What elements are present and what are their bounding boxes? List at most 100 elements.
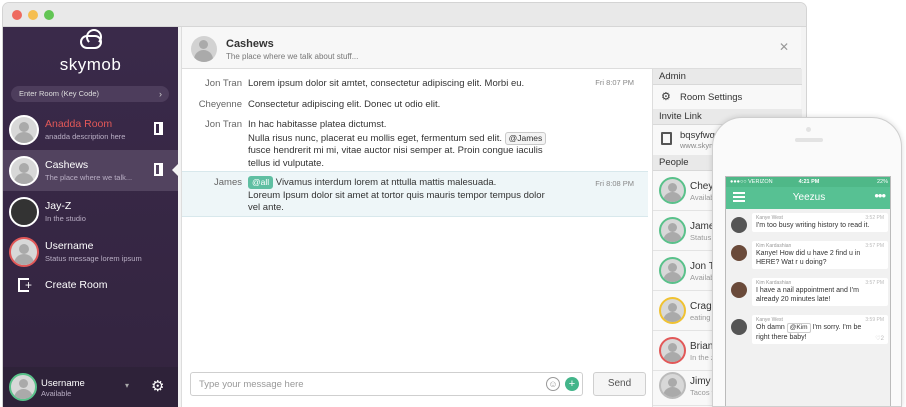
message-line-text: Nulla risus nunc, placerat eu mollis ege… [248, 132, 502, 144]
chevron-right-icon[interactable]: › [159, 86, 162, 102]
message-bubble: Kim Kardashian 3:57 PM Kanye! How did u … [752, 241, 888, 269]
message-line: tellus id vulputate. [248, 157, 325, 169]
message-text-part: Oh damn [756, 324, 785, 331]
phone-speaker [795, 138, 823, 142]
sidebar-room-cashews[interactable]: Cashews The place where we talk... [3, 150, 179, 191]
room-key-input[interactable]: Enter Room (Key Code) › [11, 86, 169, 102]
person-status: In the z [690, 353, 715, 362]
skymob-logo: skymob [3, 27, 178, 83]
phone-message-list: Kanye West 3:52 PM I'm too busy writing … [726, 209, 890, 406]
avatar [659, 372, 686, 399]
sidebar-room-anadda[interactable]: Anadda Room anadda description here [3, 109, 178, 150]
chevron-down-icon[interactable]: ▾ [125, 381, 129, 390]
close-icon[interactable]: ✕ [779, 40, 789, 54]
message-author: Jon Tran [205, 78, 242, 89]
invite-code: bqsyfwq [680, 130, 715, 141]
message-text: HERE? Wat r u doing? [756, 259, 827, 266]
mention-badge[interactable]: @Kim [786, 323, 811, 333]
attach-plus-icon[interactable]: + [565, 377, 579, 391]
admin-header: Admin [653, 69, 802, 85]
phone-message: Kanye West 3:59 PM Oh damn @Kim I'm sorr… [730, 315, 888, 344]
minimize-window-button[interactable] [28, 10, 38, 20]
create-room-icon [18, 278, 32, 292]
message-line: Nulla risus nunc, placerat eu mollis ege… [248, 131, 583, 146]
avatar [191, 36, 217, 62]
person-name: Jimy [690, 376, 711, 387]
message-time: 3:57 PM [865, 243, 884, 249]
phone-room-title: Yeezus [792, 192, 826, 203]
avatar [659, 257, 686, 284]
chat-title: Cashews [226, 38, 274, 50]
active-caret-icon [172, 163, 179, 177]
message-time: 3:57 PM [865, 280, 884, 286]
current-user-name: Username [41, 378, 85, 389]
like-icon[interactable]: ♡2 [875, 335, 884, 342]
message-text: Oh damn @Kim I'm sorry. I'm be [756, 323, 884, 333]
clipboard-icon[interactable] [661, 132, 672, 145]
avatar [659, 297, 686, 324]
phone-nav-bar: Yeezus ••• [726, 187, 890, 209]
message-author: Jon Tran [205, 119, 242, 130]
room-avatar [9, 156, 39, 186]
message-line-text: Vivamus interdum lorem at nttulla mattis… [275, 177, 497, 188]
room-name: Anadda Room [45, 118, 113, 130]
cloud-icon [80, 29, 102, 49]
message-text: Lorem ipsum dolor sit amtet, consectetur… [248, 78, 525, 89]
avatar [731, 217, 747, 233]
room-key-placeholder: Enter Room (Key Code) [19, 89, 100, 98]
message-row-highlighted: James @all Vivamus interdum lorem at ntt… [182, 171, 648, 217]
mention-all-badge[interactable]: @all [248, 176, 274, 189]
sidebar-room-jayz[interactable]: Jay-Z In the studio [3, 191, 178, 232]
message-time: Fri 8:08 PM [595, 179, 634, 188]
current-user[interactable]: Username Available ▾ ⚙ [3, 367, 178, 407]
room-desc: Status message lorem ipsum [45, 254, 142, 263]
avatar [731, 319, 747, 335]
message-bubble: Kanye West 3:52 PM I'm too busy writing … [752, 213, 888, 232]
sidebar-room-username[interactable]: Username Status message lorem ipsum [3, 231, 178, 272]
avatar [659, 217, 686, 244]
battery-label: 22% [876, 179, 888, 185]
more-options-icon[interactable]: ••• [874, 188, 886, 203]
room-avatar [9, 237, 39, 267]
message-line: @all Vivamus interdum lorem at nttulla m… [248, 176, 583, 190]
message-list: Jon Tran Lorem ipsum dolor sit amtet, co… [182, 69, 648, 364]
message-text: Kanye! How did u have 2 find u in [756, 250, 861, 257]
emoji-icon[interactable]: ☺ [546, 377, 560, 391]
message-time: 3:52 PM [865, 215, 884, 221]
message-input-placeholder: Type your message here [199, 379, 304, 390]
close-window-button[interactable] [12, 10, 22, 20]
message-text: right there baby! [756, 334, 807, 341]
message-row: Jon Tran Lorem ipsum dolor sit amtet, co… [182, 78, 648, 94]
create-room-label: Create Room [45, 279, 108, 291]
message-input[interactable]: Type your message here ☺ + [190, 372, 583, 396]
room-settings-link[interactable]: ⚙ Room Settings [653, 87, 802, 107]
logo-text: skymob [59, 55, 122, 74]
invite-url: www.skym [680, 141, 716, 150]
gear-icon[interactable]: ⚙ [151, 377, 164, 395]
phone-status-bar: ●●●○○ VERIZON 4:21 PM 22% [726, 177, 890, 187]
send-button[interactable]: Send [593, 372, 646, 396]
avatar [659, 177, 686, 204]
phone-screen: ●●●○○ VERIZON 4:21 PM 22% Yeezus ••• Kan… [725, 176, 891, 406]
message-time: 3:59 PM [865, 317, 884, 323]
room-name: Jay-Z [45, 200, 72, 212]
message-line: In hac habitasse platea dictumst. [248, 119, 387, 130]
mention-badge[interactable]: @James [504, 131, 547, 145]
room-name: Cashews [45, 159, 89, 171]
room-desc: anadda description here [45, 132, 126, 141]
room-desc: In the studio [45, 214, 86, 223]
leave-room-icon[interactable] [154, 163, 163, 176]
leave-room-icon[interactable] [154, 122, 163, 135]
desktop-window: skymob Enter Room (Key Code) › Anadda Ro… [3, 3, 806, 407]
screenshot-stage: skymob Enter Room (Key Code) › Anadda Ro… [0, 0, 906, 407]
chat-header: Cashews The place where we talk about st… [182, 27, 801, 69]
person-status: Tacos t [690, 388, 714, 397]
message-line: fusce hendrerit mi mi, vitae auctor nisi… [248, 145, 543, 156]
zoom-window-button[interactable] [44, 10, 54, 20]
message-text: I have a nail appointment and I'm [756, 287, 859, 294]
message-time: Fri 8:07 PM [595, 78, 634, 87]
room-avatar [9, 115, 39, 145]
create-room-button[interactable]: Create Room [3, 271, 178, 301]
person-status: Availab [690, 273, 715, 282]
phone-clock: 4:21 PM [798, 179, 820, 185]
